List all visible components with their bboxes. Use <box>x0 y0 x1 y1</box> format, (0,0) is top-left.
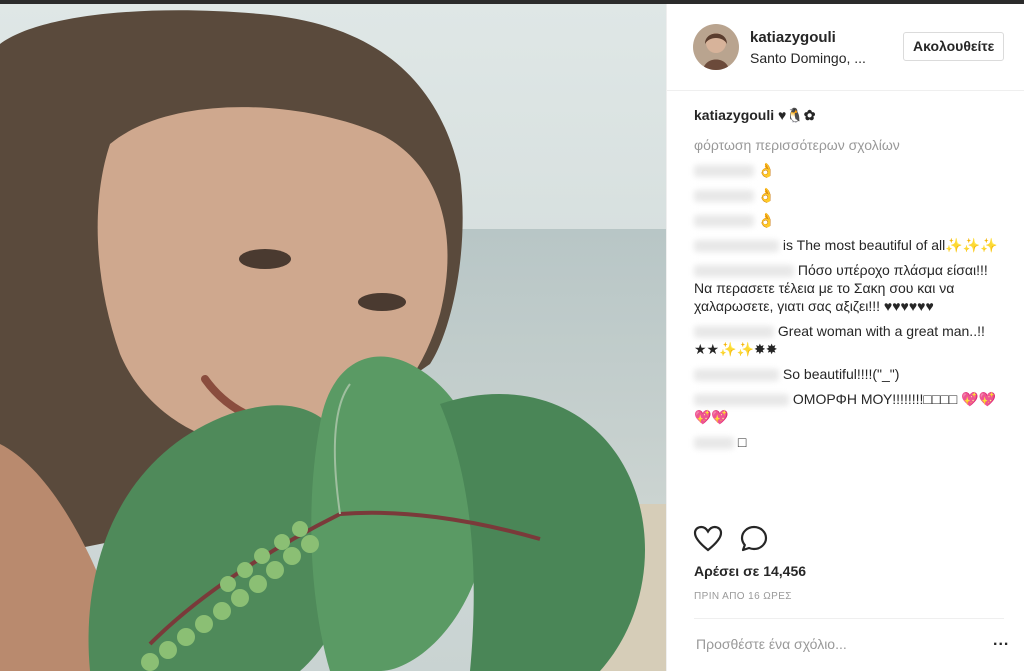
post-username[interactable]: katiazygouli <box>750 29 836 46</box>
avatar[interactable] <box>693 24 739 70</box>
comment-item: 👌 <box>694 161 1004 179</box>
caption: katiazygouli ♥🐧✿ <box>694 106 1004 124</box>
follow-button[interactable]: Ακολουθείτε <box>903 32 1005 61</box>
more-options-icon[interactable]: ... <box>993 632 1009 650</box>
blurred-username <box>694 165 754 178</box>
comment-item: So beautiful!!!!("_") <box>694 365 1004 383</box>
blurred-username <box>694 240 779 253</box>
comment-item: is The most beautiful of all✨✨✨ <box>694 236 1004 254</box>
post-header: katiazygouli Santo Domingo, ... Ακολουθε… <box>667 4 1024 91</box>
post-location[interactable]: Santo Domingo, ... <box>750 50 866 66</box>
comment-item: Πόσο υπέροχο πλάσμα είσαι!!! Να περασετε… <box>694 261 1004 315</box>
comment-item: Great woman with a great man..!!★★✨✨✸✸ <box>694 322 1004 358</box>
add-comment-input[interactable] <box>694 630 968 658</box>
comments-list: katiazygouli ♥🐧✿ φόρτωση περισσότερων σχ… <box>694 102 1004 451</box>
comment-bubble-icon[interactable] <box>739 524 769 554</box>
load-more-comments-link[interactable]: φόρτωση περισσότερων σχολίων <box>694 136 1004 154</box>
caption-username[interactable]: katiazygouli <box>694 107 774 123</box>
comment-text: is The most beautiful of all✨✨✨ <box>782 237 998 253</box>
comment-item: □ <box>694 433 1004 451</box>
comment-item: 👌 <box>694 186 1004 204</box>
likes-count[interactable]: Αρέσει σε 14,456 <box>694 563 806 579</box>
post-image <box>0 4 666 671</box>
blurred-username <box>694 215 754 228</box>
blurred-username <box>694 265 794 278</box>
comment-text: 👌 <box>757 187 776 203</box>
blurred-username <box>694 394 789 407</box>
comment-text: 👌 <box>757 212 776 228</box>
blurred-username <box>694 326 774 339</box>
comment-item: ΟΜΟΡΦΗ ΜΟΥ!!!!!!!!□□□□ 💖💖💖💖 <box>694 390 1004 426</box>
comment-item: 👌 <box>694 211 1004 229</box>
post-actions <box>693 524 781 559</box>
divider <box>694 618 1004 619</box>
heart-icon[interactable] <box>693 524 723 554</box>
post-photo[interactable] <box>0 4 666 671</box>
blurred-username <box>694 369 779 382</box>
post-timestamp[interactable]: ΠΡΙΝ ΑΠΟ 16 ΩΡΕΣ <box>694 591 792 602</box>
blurred-username <box>694 437 734 450</box>
post-side-panel: katiazygouli Santo Domingo, ... Ακολουθε… <box>666 4 1024 671</box>
caption-text: ♥🐧✿ <box>774 107 816 123</box>
blurred-username <box>694 190 754 203</box>
comment-text: □ <box>737 434 747 450</box>
comment-text: 👌 <box>757 162 776 178</box>
comment-text: So beautiful!!!!("_") <box>782 366 900 382</box>
